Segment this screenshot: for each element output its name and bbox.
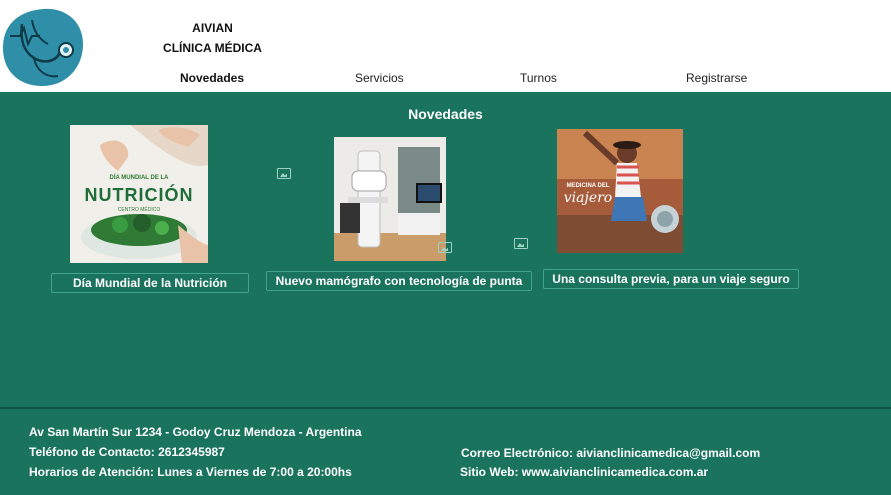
clinic-name: AIVIAN CLÍNICA MÉDICA — [150, 18, 275, 58]
traveler-image-line2: viajero — [563, 190, 613, 206]
footer-address: Av San Martín Sur 1234 - Godoy Cruz Mend… — [29, 425, 362, 439]
mammograph-image[interactable] — [334, 137, 446, 261]
nav-registrarse[interactable]: Registrarse — [686, 71, 747, 85]
stethoscope-logo-icon[interactable] — [0, 6, 86, 88]
card-caption-nutricion[interactable]: Día Mundial de la Nutrición — [51, 273, 249, 293]
card-caption-mamografo[interactable]: Nuevo mamógrafo con tecnología de punta — [266, 271, 532, 291]
nav-novedades[interactable]: Novedades — [180, 71, 244, 85]
traveler-image[interactable]: MEDICINA DEL viajero — [557, 129, 683, 253]
footer-email[interactable]: Correo Electrónico: aivianclinicamedica@… — [461, 446, 760, 460]
broken-image-icon — [514, 238, 528, 249]
card-caption-viajero[interactable]: Una consulta previa, para un viaje segur… — [543, 269, 799, 289]
footer-phone: Teléfono de Contacto: 2612345987 — [29, 445, 225, 459]
nav-turnos[interactable]: Turnos — [520, 71, 557, 85]
broken-image-icon — [277, 168, 291, 179]
news-section: Novedades DÍA MUNDIAL DE LA NUTRICIÓN CE… — [0, 92, 891, 407]
broken-image-icon — [438, 242, 452, 253]
footer-hours: Horarios de Atención: Lunes a Viernes de… — [29, 465, 352, 479]
nutrition-image[interactable]: DÍA MUNDIAL DE LA NUTRICIÓN CENTRO MÉDIC… — [70, 125, 208, 263]
clinic-name-line2: CLÍNICA MÉDICA — [163, 41, 262, 55]
nutrition-image-title: NUTRICIÓN — [84, 185, 194, 205]
nutrition-image-subtitle: DÍA MUNDIAL DE LA — [109, 175, 169, 181]
traveler-image-line1: MEDICINA DEL — [566, 183, 610, 189]
clinic-name-line1: AIVIAN — [192, 21, 233, 35]
footer-website[interactable]: Sitio Web: www.aivianclinicamedica.com.a… — [460, 465, 708, 479]
nav-servicios[interactable]: Servicios — [355, 71, 404, 85]
section-title: Novedades — [408, 106, 483, 122]
nutrition-image-brand: CENTRO MÉDICO — [117, 207, 161, 213]
site-footer: Av San Martín Sur 1234 - Godoy Cruz Mend… — [0, 407, 891, 495]
site-header: AIVIAN CLÍNICA MÉDICA Novedades Servicio… — [0, 0, 891, 92]
